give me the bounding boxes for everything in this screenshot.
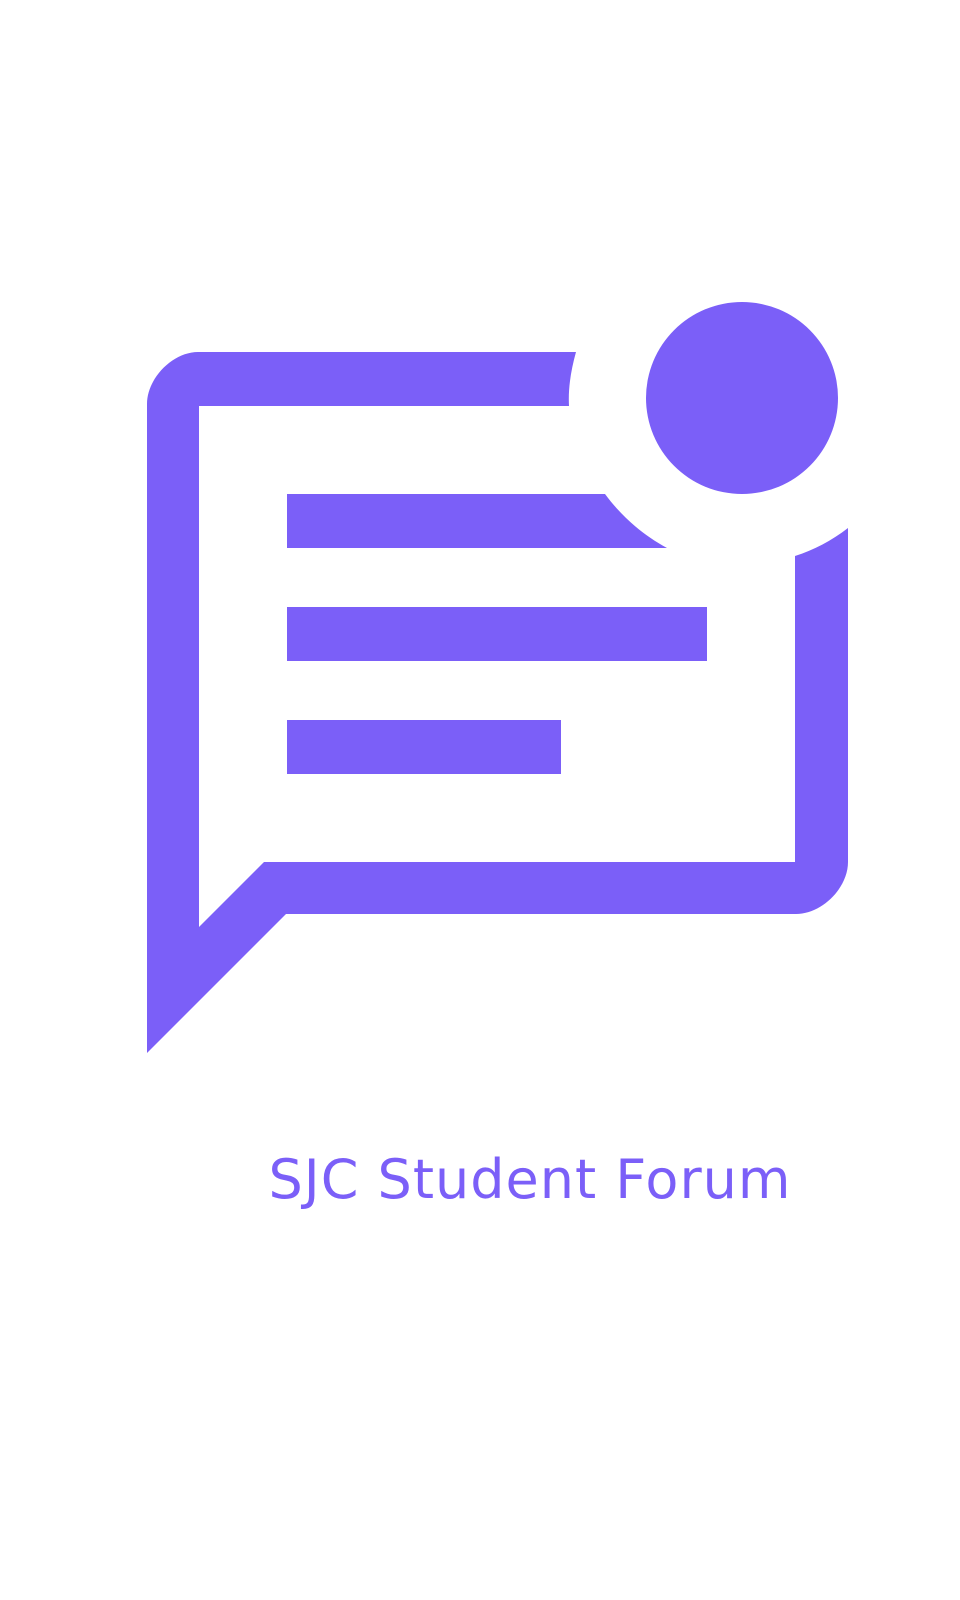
splash-screen: SJC Student Forum <box>0 0 960 1600</box>
forum-notification-icon <box>147 302 848 1053</box>
text-line-1 <box>287 494 667 548</box>
app-title: SJC Student Forum <box>268 1148 792 1211</box>
text-line-2 <box>287 607 707 661</box>
notification-dot <box>646 302 838 494</box>
text-line-3 <box>287 720 561 774</box>
chat-bubble-icon <box>147 302 848 1053</box>
